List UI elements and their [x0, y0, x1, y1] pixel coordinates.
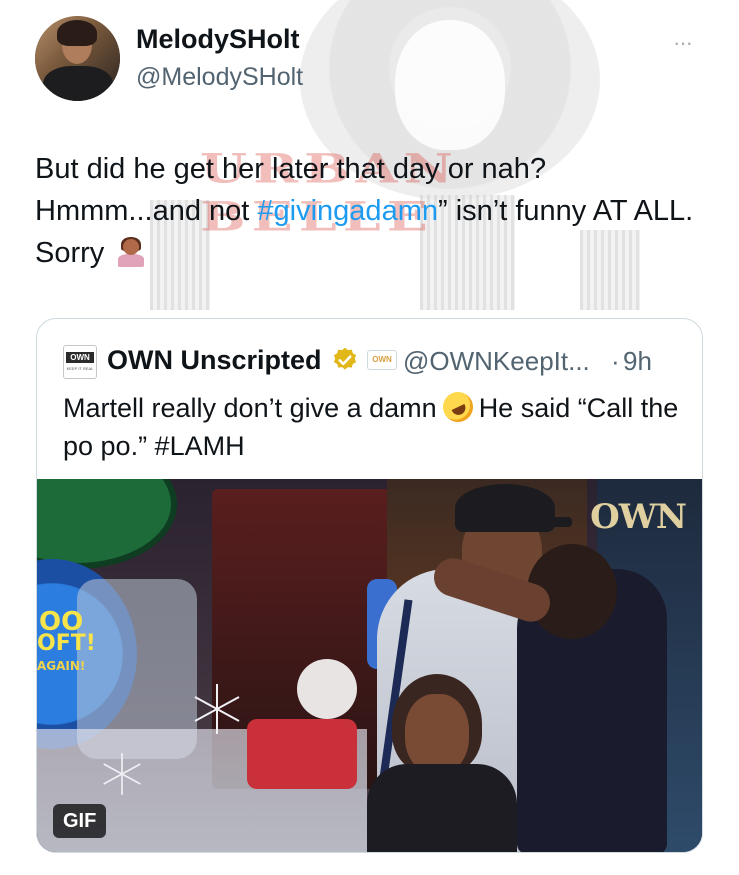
logo-text: OWN	[66, 352, 94, 363]
affiliate-badge: OWN	[367, 350, 397, 370]
quoted-author-name[interactable]: OWN Unscripted	[107, 345, 322, 376]
more-options-icon[interactable]: ···	[673, 30, 693, 56]
separator: ·	[611, 346, 620, 376]
author-handle[interactable]: @MelodySHolt	[136, 63, 303, 92]
quoted-tweet[interactable]: OWN KEEP IT REAL OWN Unscripted OWN @OWN…	[36, 318, 703, 853]
snowflake-icon	[103, 753, 141, 795]
avatar[interactable]	[35, 16, 120, 101]
tweet-header: MelodySHolt @MelodySHolt ···	[35, 16, 705, 106]
verified-badge-icon	[333, 347, 357, 370]
quoted-avatar[interactable]: OWN KEEP IT REAL	[63, 345, 97, 379]
arcade-text: AGAIN!	[37, 659, 86, 673]
quoted-text: Martell really don’t give a damn He said …	[63, 387, 693, 465]
gif-badge[interactable]: GIF	[53, 804, 107, 838]
rofl-emoji-icon	[437, 387, 478, 427]
quoted-text-part: Martell really don’t give a damn	[63, 393, 437, 423]
network-watermark: OWN	[590, 497, 687, 537]
gif-media[interactable]: OO OFT! AGAIN! OWN GIF	[37, 479, 702, 852]
logo-subtext: KEEP IT REAL	[66, 366, 94, 371]
tweet-text: But did he get her later that day or nah…	[35, 148, 695, 274]
snowflake-icon	[194, 684, 240, 734]
hashtag-link[interactable]: #givingadamn	[257, 195, 438, 227]
author-name[interactable]: MelodySHolt	[136, 24, 300, 55]
quoted-author-handle[interactable]: @OWNKeepIt...	[403, 346, 590, 377]
timestamp[interactable]: 9h	[623, 346, 652, 377]
arcade-text: OFT!	[37, 631, 96, 656]
person-shrugging-emoji-icon	[116, 237, 146, 267]
